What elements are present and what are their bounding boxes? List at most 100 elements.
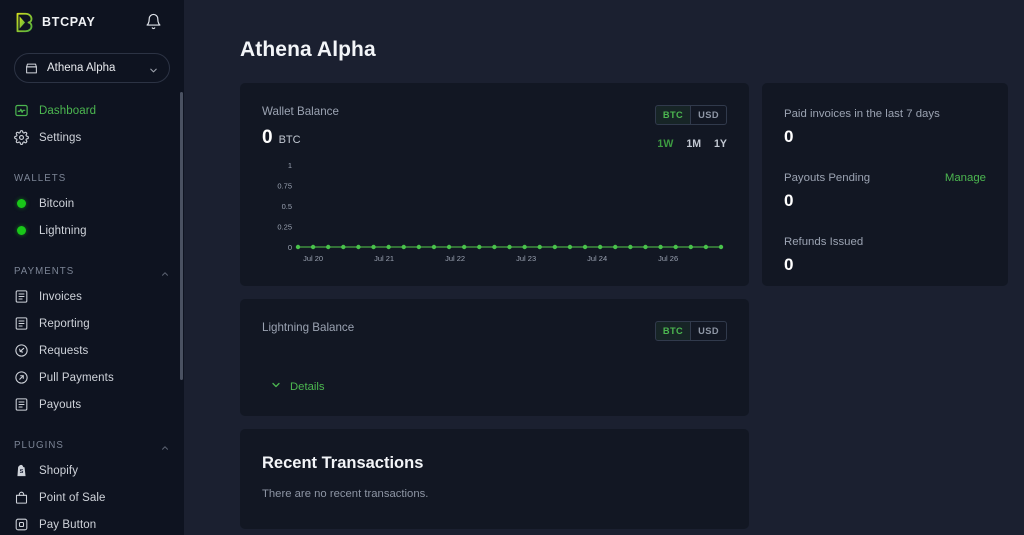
sidebar-item-settings[interactable]: Settings [0,124,184,151]
sidebar-item-pull-payments-label: Pull Payments [39,371,114,384]
chevron-down-icon [148,63,159,74]
store-selector-label: Athena Alpha [47,62,116,74]
sidebar-section-payments[interactable]: PAYMENTS [0,259,184,283]
sidebar-item-dashboard[interactable]: Dashboard [0,97,184,124]
lightning-currency-btc[interactable]: BTC [655,322,691,340]
sidebar-item-lightning-label: Lightning [39,224,87,237]
stat-refunds-issued-label: Refunds Issued [784,236,864,248]
sidebar-item-invoices-label: Invoices [39,290,82,303]
sidebar-section-plugins[interactable]: PLUGINS [0,433,184,457]
stat-payouts-pending: Payouts Pending Manage 0 [784,172,986,211]
wallet-balance-amount: 0 BTC [262,127,339,149]
sidebar-item-shopify[interactable]: S Shopify [0,457,184,484]
shopify-bag-icon: S [14,463,29,478]
stat-payouts-pending-value: 0 [784,191,794,210]
sidebar-item-point-of-sale[interactable]: Point of Sale [0,484,184,511]
sidebar-item-reporting-label: Reporting [39,317,90,330]
lightning-details-label: Details [290,380,325,393]
sidebar-section-payments-label: PAYMENTS [14,265,75,277]
page-title: Athena Alpha [240,38,376,61]
sidebar-item-payouts-label: Payouts [39,398,82,411]
notification-bell-icon[interactable] [145,13,162,30]
period-1m[interactable]: 1M [686,138,701,150]
svg-text:0.25: 0.25 [277,223,292,232]
period-1w[interactable]: 1W [657,138,673,150]
dashboard-pulse-icon [14,103,29,118]
sidebar-scrollbar[interactable] [180,0,184,535]
lightning-details-toggle[interactable]: Details [262,379,325,394]
btcpay-b-logo-icon [14,12,35,33]
wallet-balance-label: Wallet Balance [262,105,339,118]
sidebar-item-point-of-sale-label: Point of Sale [39,491,106,504]
gear-icon [14,130,29,145]
store-selector[interactable]: Athena Alpha [14,53,170,83]
wallet-balance-value: 0 [262,127,273,148]
dashboard-grid: Wallet Balance 0 BTC BTC USD 1W 1M 1Y 0 … [240,83,1008,529]
status-dot-icon [17,226,26,235]
sidebar-item-shopify-label: Shopify [39,464,79,477]
chevron-up-icon [160,440,170,450]
sidebar-item-requests[interactable]: Requests [0,337,184,364]
chevron-up-icon [160,266,170,276]
sidebar-item-payouts[interactable]: Payouts [0,391,184,418]
wallet-balance-chart: 0 0.25 0.5 0.75 1 Jul 20 Jul 21 Jul 22 Jul 23 Ju… [262,159,727,269]
lightning-currency-usd[interactable]: USD [690,322,726,340]
wallet-balance-controls: BTC USD 1W 1M 1Y [654,105,727,150]
sidebar-nav: Dashboard Settings WALLETS Bitcoin Light… [0,97,184,535]
app-root: BTCPAY Athena Alpha Dashboard Settings W… [0,0,1024,535]
stat-payouts-pending-label: Payouts Pending [784,172,871,184]
store-icon [25,62,38,75]
manage-payouts-link[interactable]: Manage [945,172,986,184]
sidebar-item-pull-payments[interactable]: Pull Payments [0,364,184,391]
status-dot-icon [17,199,26,208]
invoice-document-icon [14,289,29,304]
svg-text:0.75: 0.75 [277,182,292,191]
recent-transactions-title: Recent Transactions [262,454,424,472]
period-1y[interactable]: 1Y [714,138,727,150]
stat-paid-invoices-value: 0 [784,127,794,146]
stat-paid-invoices-label: Paid invoices in the last 7 days [784,108,940,120]
svg-text:S: S [20,469,24,475]
sidebar-section-wallets: WALLETS [0,166,184,190]
wallet-balance-info: Wallet Balance 0 BTC [262,105,339,149]
store-stats-card: Paid invoices in the last 7 days 0 Payou… [762,83,1008,286]
wallet-currency-toggle: BTC USD [654,105,727,125]
svg-text:1: 1 [288,161,292,170]
sidebar-item-pay-button[interactable]: Pay Button [0,511,184,535]
stat-paid-invoices: Paid invoices in the last 7 days 0 [784,108,986,147]
sidebar-item-settings-label: Settings [39,131,82,144]
wallet-period-selector: 1W 1M 1Y [655,138,727,150]
point-of-sale-bag-icon [14,490,29,505]
dashboard-right-column: Paid invoices in the last 7 days 0 Payou… [762,83,1008,286]
sidebar-item-invoices[interactable]: Invoices [0,283,184,310]
wallet-balance-header: Wallet Balance 0 BTC BTC USD 1W 1M 1Y [262,105,727,150]
sidebar-item-pay-button-label: Pay Button [39,518,97,531]
wallet-balance-card: Wallet Balance 0 BTC BTC USD 1W 1M 1Y 0 … [240,83,749,286]
sidebar-item-dashboard-label: Dashboard [39,104,97,117]
sidebar-item-bitcoin-label: Bitcoin [39,197,75,210]
payout-document-icon [14,397,29,412]
sidebar-scroll-area: BTCPAY Athena Alpha Dashboard Settings W… [0,0,184,535]
lightning-balance-card: Lightning Balance BTC USD Details [240,299,749,416]
wallet-balance-currency: BTC [278,134,301,146]
recent-transactions-empty-message: There are no recent transactions. [262,488,429,500]
pay-button-square-icon [14,517,29,532]
svg-text:Jul 20: Jul 20 [303,254,323,263]
svg-text:Jul 26: Jul 26 [658,254,678,263]
sidebar-section-plugins-label: PLUGINS [14,439,64,451]
wallet-currency-usd[interactable]: USD [690,106,726,124]
stat-refunds-issued-value: 0 [784,255,794,274]
sidebar-item-lightning[interactable]: Lightning [0,217,184,244]
sidebar: BTCPAY Athena Alpha Dashboard Settings W… [0,0,184,535]
report-document-icon [14,316,29,331]
sidebar-item-reporting[interactable]: Reporting [0,310,184,337]
pull-payment-circle-icon [14,370,29,385]
sidebar-item-bitcoin[interactable]: Bitcoin [0,190,184,217]
wallet-currency-btc[interactable]: BTC [655,106,691,124]
stat-paid-invoices-head: Paid invoices in the last 7 days [784,108,986,120]
brand-header: BTCPAY [0,0,184,44]
svg-text:0: 0 [288,243,292,252]
stat-payouts-pending-head: Payouts Pending Manage [784,172,986,184]
svg-text:0.5: 0.5 [282,202,292,211]
sidebar-scrollbar-thumb[interactable] [180,92,183,380]
